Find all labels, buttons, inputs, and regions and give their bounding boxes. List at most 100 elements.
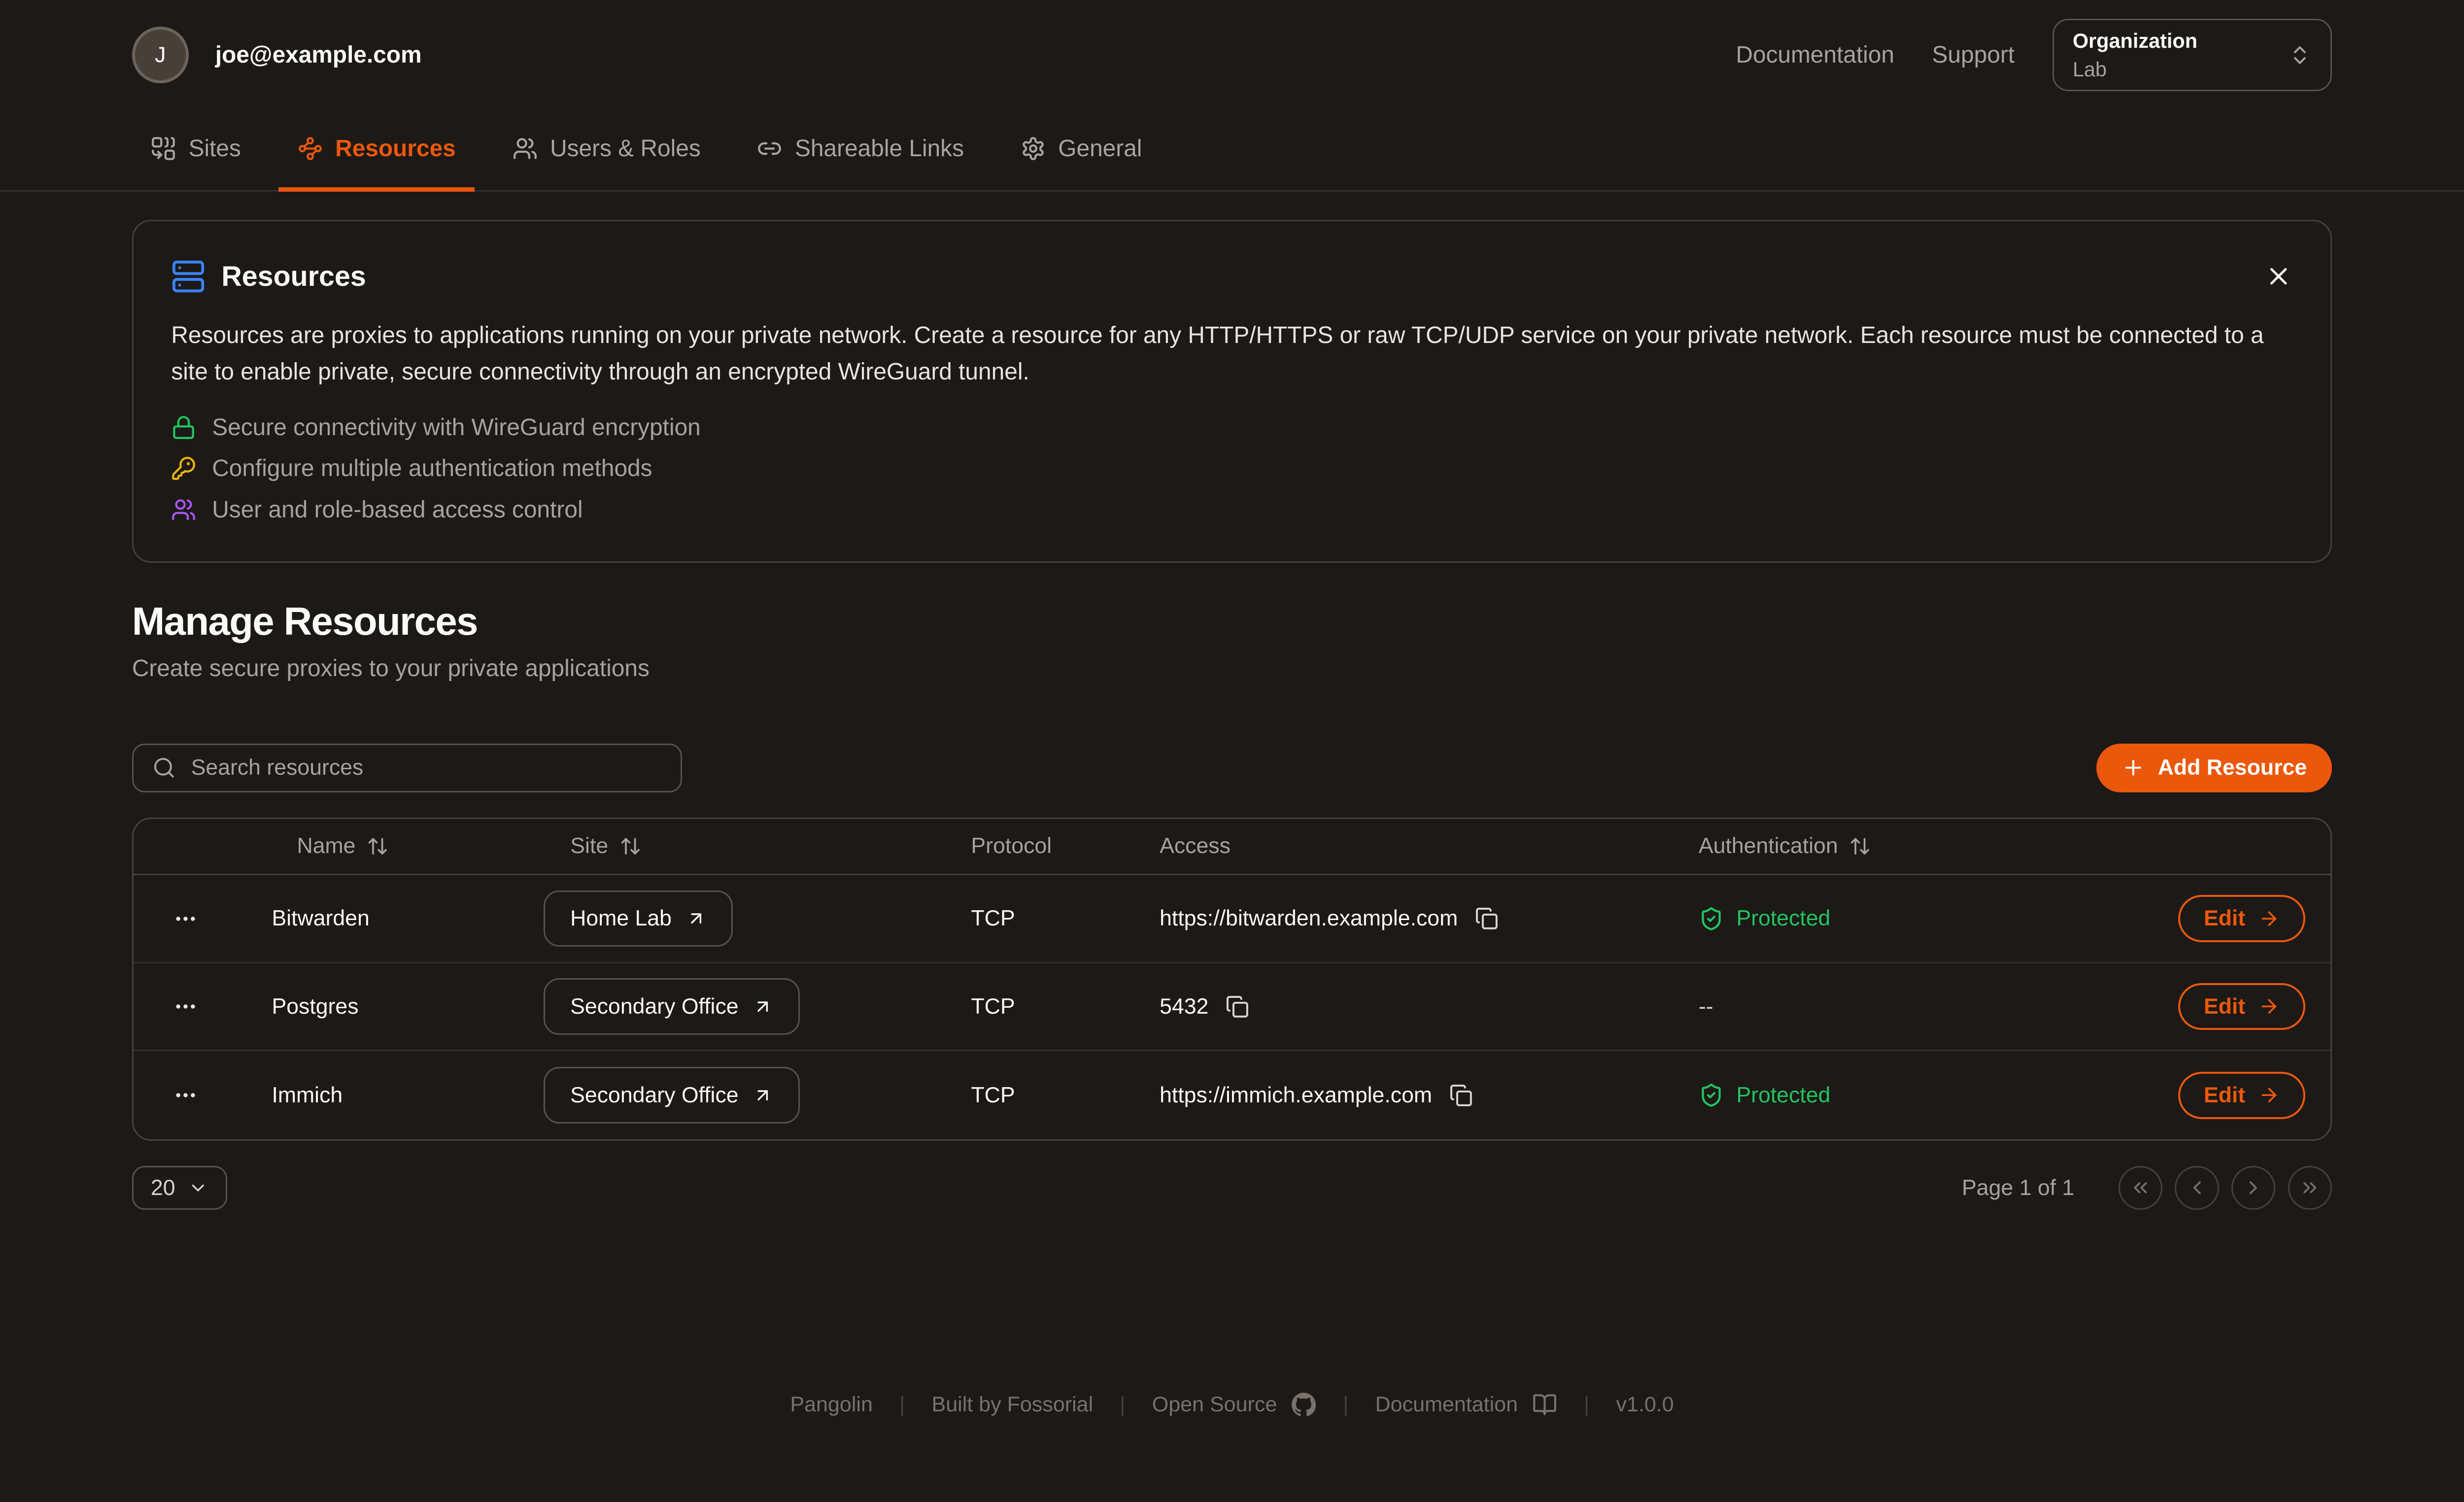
footer-built-by-link[interactable]: Built by Fossorial	[932, 1393, 1094, 1417]
info-card-header: Resources	[171, 259, 2293, 294]
resource-protocol: TCP	[944, 906, 1133, 931]
arrow-right-icon	[2258, 908, 2280, 930]
auth-status: Protected	[1699, 1083, 2170, 1108]
footer-open-source-link[interactable]: Open Source	[1152, 1392, 1316, 1417]
row-menu-button[interactable]	[167, 1076, 205, 1114]
ellipsis-icon	[173, 906, 198, 931]
column-header-name[interactable]: Name	[237, 834, 544, 858]
first-page-button[interactable]	[2119, 1166, 2162, 1210]
arrow-right-icon	[2258, 995, 2280, 1018]
footer-documentation-link[interactable]: Documentation	[1375, 1392, 1557, 1417]
header-right: Documentation Support Organization Lab	[1736, 19, 2332, 91]
resource-name: Immich	[237, 1083, 544, 1108]
org-selector[interactable]: Organization Lab	[2053, 19, 2332, 91]
arrow-up-right-icon	[753, 996, 773, 1017]
resource-protocol: TCP	[944, 1083, 1133, 1108]
copy-button[interactable]	[1226, 995, 1249, 1019]
info-card-title: Resources	[221, 260, 366, 293]
org-selector-value: Lab	[2073, 57, 2197, 82]
feature-authentication-methods: Configure multiple authentication method…	[171, 455, 2293, 482]
ellipsis-icon	[173, 1083, 198, 1108]
table-header-row: Name Site Protocol Access Authentication	[134, 819, 2330, 876]
resources-info-card: Resources Resources are proxies to appli…	[132, 220, 2332, 562]
ellipsis-icon	[173, 994, 198, 1019]
close-icon	[2264, 262, 2293, 290]
tab-label: Resources	[335, 135, 456, 162]
main-content: Resources Resources are proxies to appli…	[0, 192, 2464, 1355]
chevron-left-icon	[2186, 1177, 2208, 1199]
tab-general[interactable]: General	[1002, 110, 1161, 192]
chevrons-left-icon	[2129, 1177, 2152, 1199]
page-size-select[interactable]: 20	[132, 1166, 227, 1210]
users-icon	[513, 136, 538, 161]
tab-shareable-links[interactable]: Shareable Links	[738, 110, 983, 192]
copy-icon	[1475, 907, 1499, 930]
plus-icon	[2122, 756, 2145, 780]
page-subtitle: Create secure proxies to your private ap…	[132, 655, 2332, 682]
column-header-protocol: Protocol	[944, 834, 1133, 858]
site-link-button[interactable]: Secondary Office	[544, 1067, 800, 1124]
link-icon	[757, 136, 782, 161]
column-header-access: Access	[1133, 834, 1699, 858]
site-link-button[interactable]: Secondary Office	[544, 978, 800, 1035]
table-controls: Add Resource	[132, 744, 2332, 792]
copy-icon	[1226, 995, 1249, 1019]
gear-icon	[1021, 136, 1046, 161]
avatar[interactable]: J	[132, 27, 189, 83]
copy-button[interactable]	[1475, 907, 1499, 930]
auth-status: --	[1699, 994, 2170, 1019]
user-info: J joe@example.com	[132, 27, 422, 83]
close-info-card-button[interactable]	[2264, 262, 2293, 290]
copy-button[interactable]	[1449, 1084, 1473, 1107]
column-header-authentication[interactable]: Authentication	[1699, 834, 2170, 858]
tab-label: Shareable Links	[795, 135, 964, 162]
add-resource-button[interactable]: Add Resource	[2096, 744, 2332, 792]
tab-bar: Sites Resources Users & Roles Shareable …	[0, 110, 2464, 192]
resource-access-port: 5432	[1160, 994, 1208, 1019]
edit-resource-button[interactable]: Edit	[2178, 895, 2305, 942]
edit-resource-button[interactable]: Edit	[2178, 983, 2305, 1030]
server-icon	[171, 259, 205, 294]
search-input[interactable]	[190, 755, 662, 781]
user-email: joe@example.com	[215, 41, 422, 68]
footer-brand: Pangolin	[790, 1393, 872, 1417]
github-icon	[1291, 1392, 1316, 1417]
tab-resources[interactable]: Resources	[278, 110, 475, 192]
top-header: J joe@example.com Documentation Support …	[0, 0, 2464, 110]
table-row: Bitwarden Home Lab TCP https://bitwarden…	[134, 875, 2330, 963]
add-resource-label: Add Resource	[2158, 755, 2307, 780]
tab-label: Sites	[189, 135, 241, 162]
auth-status-label: Protected	[1736, 906, 1830, 931]
arrow-up-right-icon	[753, 1085, 773, 1105]
feature-label: User and role-based access control	[212, 496, 582, 523]
shield-check-icon	[1699, 1083, 1724, 1108]
table-pagination: 20 Page 1 of 1	[132, 1166, 2332, 1210]
nav-documentation-link[interactable]: Documentation	[1736, 41, 1894, 68]
waypoints-icon	[298, 136, 323, 161]
row-menu-button[interactable]	[167, 988, 205, 1025]
previous-page-button[interactable]	[2175, 1166, 2219, 1210]
tab-users-roles[interactable]: Users & Roles	[493, 110, 719, 192]
site-link-button[interactable]: Home Lab	[544, 890, 733, 947]
table-row: Postgres Secondary Office TCP 5432	[134, 963, 2330, 1052]
auth-status-label: --	[1699, 994, 1713, 1019]
feature-list: Secure connectivity with WireGuard encry…	[171, 414, 2293, 523]
last-page-button[interactable]	[2288, 1166, 2332, 1210]
arrow-up-right-icon	[686, 908, 706, 928]
avatar-initial: J	[155, 43, 166, 68]
next-page-button[interactable]	[2231, 1166, 2275, 1210]
tab-label: General	[1058, 135, 1142, 162]
row-menu-button[interactable]	[167, 900, 205, 938]
tab-sites[interactable]: Sites	[132, 110, 260, 192]
chevrons-right-icon	[2299, 1177, 2321, 1199]
info-card-description: Resources are proxies to applications ru…	[171, 317, 2293, 390]
edit-resource-button[interactable]: Edit	[2178, 1072, 2305, 1119]
column-header-site[interactable]: Site	[544, 834, 944, 858]
auth-status-label: Protected	[1736, 1083, 1830, 1108]
auth-status: Protected	[1699, 906, 2170, 931]
sort-icon	[619, 835, 642, 857]
nav-support-link[interactable]: Support	[1932, 41, 2015, 68]
shield-check-icon	[1699, 906, 1724, 931]
key-icon	[171, 456, 196, 481]
arrow-right-icon	[2258, 1084, 2280, 1106]
